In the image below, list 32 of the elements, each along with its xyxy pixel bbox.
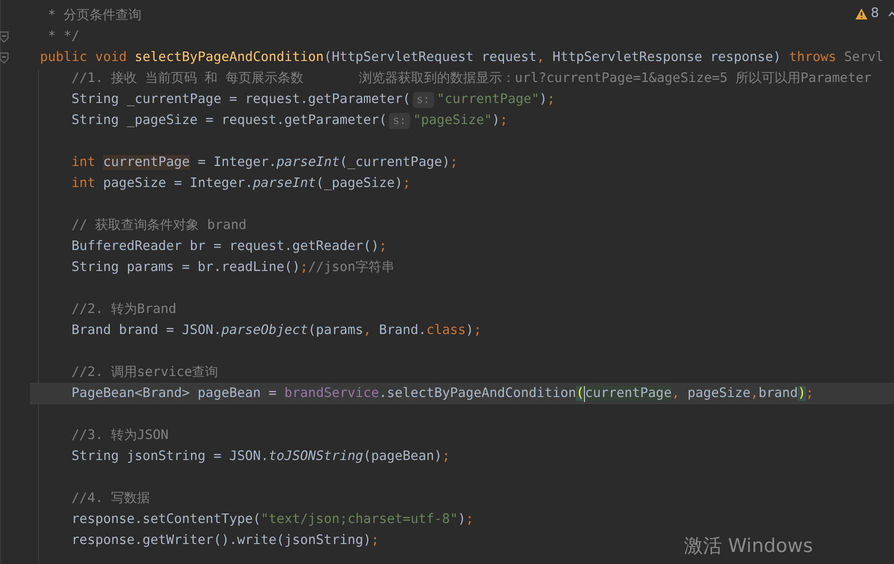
fold-icon[interactable] bbox=[0, 30, 9, 42]
code-text: PageBean<Brand> pageBean = brandService.selectByPageAndCondition( bbox=[72, 384, 584, 402]
code-line: BufferedReader br = request.getReader(); bbox=[72, 238, 387, 256]
code-line: String jsonString = JSON.toJSONString(pageBean); bbox=[72, 448, 450, 466]
code-line: response.setContentType("text/json;charset=utf-8"); bbox=[72, 510, 474, 528]
warning-count[interactable]: 8 bbox=[870, 6, 879, 21]
warning-icon[interactable] bbox=[854, 8, 868, 20]
code-text: currentPage, pageSize,brand); bbox=[584, 384, 814, 402]
inlay-hint: s: bbox=[388, 112, 410, 128]
code-text: "pageSize"); bbox=[413, 112, 508, 130]
code-text: String _currentPage = request.getParameter( bbox=[72, 90, 411, 108]
code-line: response.getWriter().write(jsonString); bbox=[72, 532, 379, 550]
code-line: * 分页条件查询 bbox=[48, 6, 142, 24]
code-line: // 获取查询条件对象 brand bbox=[72, 216, 246, 234]
code-line: int currentPage = Integer.parseInt(_currentPage); bbox=[72, 154, 458, 172]
fold-icon[interactable] bbox=[0, 52, 9, 64]
code-text: String _pageSize = request.getParameter( bbox=[72, 112, 387, 130]
code-text: "currentPage"); bbox=[436, 90, 556, 108]
code-line: public void selectByPageAndCondition(HttpServletRequest request, HttpServletResponse response) throws Servl bbox=[40, 48, 884, 66]
code-line: String params = br.readLine();//json字符串 bbox=[72, 258, 394, 276]
activation-notice: 激活 Windows bbox=[684, 535, 813, 557]
code-line: Brand brand = JSON.parseObject(params, Brand.class); bbox=[72, 322, 482, 340]
code-line: //1. 接收 当前页码 和 每页展示条数 浏览器获取到的数据显示：url?currentPage=1&ageSize=5 所以可以用Parameter bbox=[72, 70, 872, 88]
code-line: //2. 转为Brand bbox=[72, 300, 176, 318]
code-line: int pageSize = Integer.parseInt(_pageSize); bbox=[72, 174, 411, 192]
code-line: //2. 调用service查询 bbox=[72, 364, 218, 382]
code-line: * */ bbox=[48, 28, 80, 46]
code-line: //3. 转为JSON bbox=[72, 426, 168, 444]
inlay-hint: s: bbox=[412, 92, 434, 108]
text-caret bbox=[584, 386, 585, 402]
chevron-up-icon[interactable] bbox=[888, 10, 894, 16]
code-line: //4. 写数据 bbox=[72, 490, 150, 508]
